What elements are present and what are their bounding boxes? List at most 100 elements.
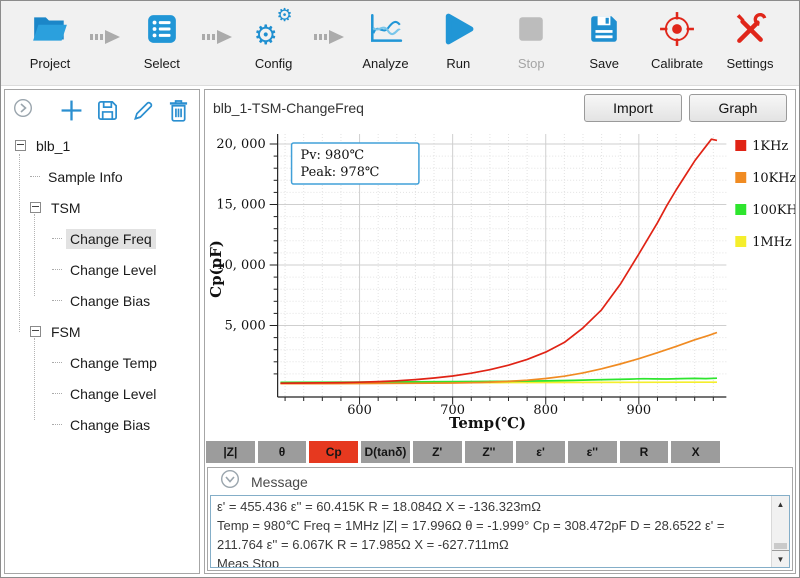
log-line: Meas Stop xyxy=(217,554,767,568)
scrollbar[interactable]: ▲ ▼ xyxy=(771,496,789,567)
tree-item-blb-1[interactable]: blb_1 xyxy=(5,130,199,161)
svg-text:100KHz: 100KHz xyxy=(752,203,795,218)
svg-text:20, 000: 20, 000 xyxy=(216,137,265,152)
tool-label: Calibrate xyxy=(647,54,707,73)
param-tab-6[interactable]: ε' xyxy=(516,441,565,463)
project-tree: blb_1 Sample Info TSM Change Freq Change Lev… xyxy=(5,126,199,440)
tool-label: Select xyxy=(140,54,184,73)
select-button[interactable]: Select xyxy=(129,7,195,79)
svg-text:1MHz: 1MHz xyxy=(752,235,792,250)
collapse-box-icon[interactable] xyxy=(30,202,41,213)
svg-text:5, 000: 5, 000 xyxy=(225,318,266,333)
tree-item-change-freq[interactable]: Change Freq xyxy=(5,223,199,254)
tree-item-label: blb_1 xyxy=(32,136,74,156)
collapse-panel-button[interactable] xyxy=(13,98,33,123)
project-tree-panel: blb_1 Sample Info TSM Change Freq Change Lev… xyxy=(4,89,200,574)
tree-item-label: Change Temp xyxy=(66,353,161,373)
collapse-box-icon[interactable] xyxy=(15,140,26,151)
svg-text:800: 800 xyxy=(533,403,558,418)
add-button[interactable] xyxy=(60,99,83,122)
tree-item-label: TSM xyxy=(47,198,85,218)
tree-item-change-level[interactable]: Change Level xyxy=(5,254,199,285)
config-button[interactable]: ⚙⚙ Config xyxy=(241,7,307,79)
svg-text:1KHz: 1KHz xyxy=(752,139,788,154)
svg-text:600: 600 xyxy=(347,403,372,418)
tree-item-label: Sample Info xyxy=(44,167,127,187)
svg-text:Peak: 978℃: Peak: 978℃ xyxy=(301,165,380,180)
message-title: Message xyxy=(251,474,308,490)
param-tab-9[interactable]: X xyxy=(671,441,720,463)
run-button[interactable]: Run xyxy=(425,7,491,79)
tree-item-tsm[interactable]: TSM xyxy=(5,192,199,223)
tree-item-label: Change Level xyxy=(66,384,160,404)
tool-label: Run xyxy=(442,54,474,73)
tree-connector xyxy=(52,300,62,301)
save-project-button[interactable] xyxy=(96,99,119,122)
cp-chart-canvas: 6007008009005, 00010, 00015, 00020, 000T… xyxy=(205,122,795,439)
tool-label: Save xyxy=(585,54,623,73)
tree-item-label: Change Bias xyxy=(66,415,154,435)
param-tab-4[interactable]: Z' xyxy=(413,441,462,463)
analyze-button[interactable]: Analyze xyxy=(352,7,418,79)
toolbar: Project Select ⚙⚙ Config xyxy=(1,1,799,86)
main-panel: blb_1-TSM-ChangeFreq Import Graph 600700… xyxy=(204,89,796,574)
param-tab-3[interactable]: D(tanδ) xyxy=(361,441,410,463)
edit-button[interactable] xyxy=(132,99,155,122)
main-header: blb_1-TSM-ChangeFreq Import Graph xyxy=(205,90,795,122)
project-button[interactable]: Project xyxy=(17,7,83,79)
message-log[interactable]: ▲ ▼ ε' = 455.436 ε'' = 60.415K R = 18.08… xyxy=(210,495,790,568)
tree-item-label: Change Level xyxy=(66,260,160,280)
list-icon xyxy=(146,7,178,51)
svg-text:10KHz: 10KHz xyxy=(752,171,795,186)
tree-item-label: Change Bias xyxy=(66,291,154,311)
param-tab-5[interactable]: Z'' xyxy=(465,441,514,463)
graph-button[interactable]: Graph xyxy=(689,94,787,122)
log-line: 211.764 ε'' = 6.067K R = 17.985Ω X = -62… xyxy=(217,535,767,554)
save-button[interactable]: Save xyxy=(571,7,637,79)
param-tab-0[interactable]: |Z| xyxy=(206,441,255,463)
tree-item-change-bias[interactable]: Change Bias xyxy=(5,409,199,440)
tool-label: Settings xyxy=(722,54,777,73)
page-title: blb_1-TSM-ChangeFreq xyxy=(213,100,364,116)
message-header: Message xyxy=(208,468,792,495)
tool-label: Config xyxy=(251,54,297,73)
import-button[interactable]: Import xyxy=(584,94,682,122)
param-tab-7[interactable]: ε'' xyxy=(568,441,617,463)
tree-item-change-level[interactable]: Change Level xyxy=(5,378,199,409)
svg-text:900: 900 xyxy=(627,403,652,418)
target-icon xyxy=(659,7,695,51)
tree-item-label: Change Freq xyxy=(66,229,156,249)
tool-label: Stop xyxy=(514,54,549,73)
param-tab-2[interactable]: Cp xyxy=(309,441,358,463)
collapse-message-button[interactable] xyxy=(220,469,240,494)
settings-button[interactable]: Settings xyxy=(717,7,783,79)
delete-button[interactable] xyxy=(168,99,189,122)
tool-label: Project xyxy=(26,54,74,73)
svg-text:15, 000: 15, 000 xyxy=(216,197,265,212)
tree-item-change-temp[interactable]: Change Temp xyxy=(5,347,199,378)
collapse-box-icon[interactable] xyxy=(30,326,41,337)
tree-item-sample-info[interactable]: Sample Info xyxy=(5,161,199,192)
cp-chart: 6007008009005, 00010, 00015, 00020, 000T… xyxy=(205,122,795,439)
param-tab-1[interactable]: θ xyxy=(258,441,307,463)
tree-connector xyxy=(52,393,62,394)
tree-item-fsm[interactable]: FSM xyxy=(5,316,199,347)
scroll-up-icon[interactable]: ▲ xyxy=(772,496,789,512)
message-panel: Message ▲ ▼ ε' = 455.436 ε'' = 60.415K R… xyxy=(207,467,793,571)
calibrate-button[interactable]: Calibrate xyxy=(644,7,710,79)
tree-connector xyxy=(52,238,62,239)
tree-item-change-bias[interactable]: Change Bias xyxy=(5,285,199,316)
tools-icon xyxy=(732,7,768,51)
svg-text:Cp(pF): Cp(pF) xyxy=(207,240,225,298)
tree-connector xyxy=(52,424,62,425)
tree-connector xyxy=(52,362,62,363)
scroll-down-icon[interactable]: ▼ xyxy=(772,550,789,567)
param-tab-8[interactable]: R xyxy=(620,441,669,463)
flow-arrow-icon xyxy=(90,29,122,50)
stop-icon xyxy=(516,7,546,51)
folder-icon xyxy=(31,7,69,51)
chart-icon xyxy=(367,7,403,51)
svg-text:Temp(℃): Temp(℃) xyxy=(449,414,526,432)
scroll-thumb[interactable] xyxy=(774,543,787,549)
tool-label: Analyze xyxy=(358,54,412,73)
